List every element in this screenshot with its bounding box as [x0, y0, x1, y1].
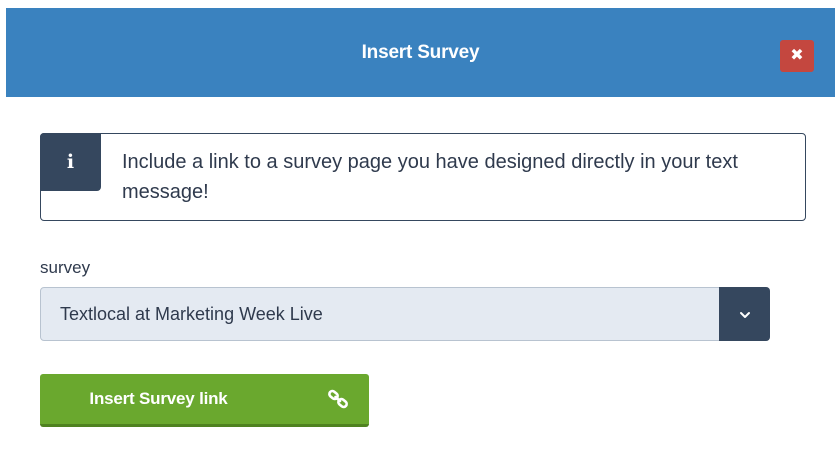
insert-survey-link-button[interactable]: Insert Survey link [40, 374, 369, 427]
close-button[interactable]: ✖ [780, 40, 814, 72]
insert-survey-link-label: Insert Survey link [89, 389, 228, 408]
info-text: Include a link to a survey page you have… [122, 151, 738, 203]
survey-select[interactable]: Textlocal at Marketing Week Live [40, 287, 770, 341]
chevron-down-icon-glyph [739, 311, 750, 318]
survey-label: survey [40, 258, 91, 277]
link-icon [328, 389, 348, 409]
info-callout: i Include a link to a survey page you ha… [40, 133, 806, 221]
modal-header: Insert Survey ✖ [6, 8, 835, 97]
close-icon: ✖ [790, 47, 804, 64]
info-icon: i [40, 133, 101, 191]
insert-survey-modal: Insert Survey ✖ i Include a link to a su… [6, 8, 835, 460]
survey-select-value: Textlocal at Marketing Week Live [60, 304, 323, 324]
modal-title: Insert Survey [361, 42, 480, 63]
chevron-down-icon[interactable] [719, 287, 770, 341]
